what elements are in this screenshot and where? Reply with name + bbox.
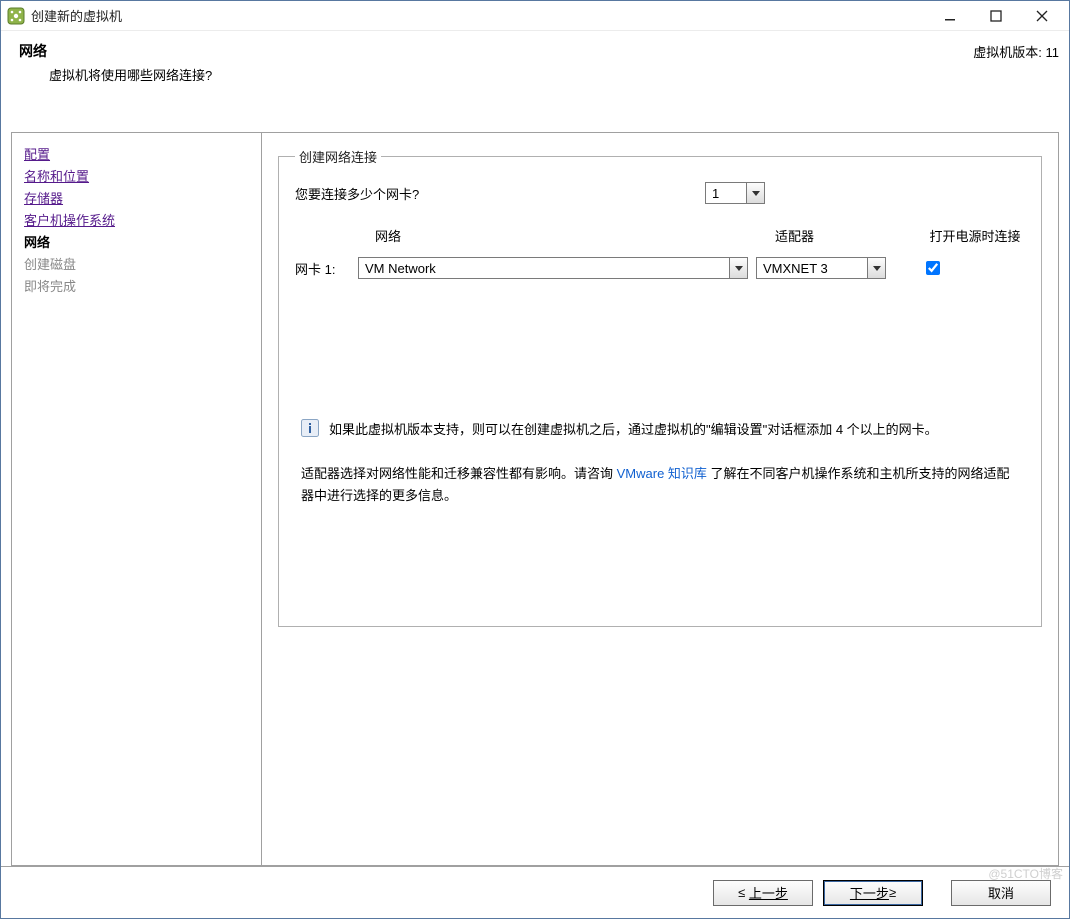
info-text: 如果此虚拟机版本支持，则可以在创建虚拟机之后，通过虚拟机的"编辑设置"对话框添加… bbox=[329, 419, 938, 441]
nic-count-question: 您要连接多少个网卡? bbox=[295, 184, 419, 203]
page-description: 虚拟机将使用哪些网络连接? bbox=[19, 65, 212, 84]
next-button[interactable]: 下一步 ≥ bbox=[823, 880, 923, 906]
wizard-steps-sidebar: 配置 名称和位置 存储器 客户机操作系统 网络 创建磁盘 即将完成 bbox=[11, 132, 261, 866]
nic-columns-header: 网络 适配器 打开电源时连接 bbox=[295, 226, 1025, 245]
header-spacer bbox=[1, 91, 1069, 131]
window-title: 创建新的虚拟机 bbox=[31, 6, 927, 25]
info-icon bbox=[301, 419, 319, 437]
sidebar-item-finish: 即将完成 bbox=[24, 276, 249, 295]
close-button[interactable] bbox=[1019, 1, 1065, 31]
wizard-step-content: 创建网络连接 您要连接多少个网卡? 1 网络 适配器 打开电源时连接 bbox=[261, 132, 1059, 866]
back-arrow-icon: ≤ bbox=[738, 885, 745, 900]
app-icon bbox=[7, 7, 25, 25]
chevron-down-icon bbox=[867, 258, 885, 278]
sidebar-item-disk: 创建磁盘 bbox=[24, 254, 249, 273]
sidebar-item-name[interactable]: 名称和位置 bbox=[24, 166, 249, 185]
info-note: 如果此虚拟机版本支持，则可以在创建虚拟机之后，通过虚拟机的"编辑设置"对话框添加… bbox=[295, 419, 1025, 441]
sidebar-item-guestos[interactable]: 客户机操作系统 bbox=[24, 210, 249, 229]
nic-count-row: 您要连接多少个网卡? 1 bbox=[295, 182, 1025, 204]
maximize-button[interactable] bbox=[973, 1, 1019, 31]
next-button-label: 下一步 bbox=[850, 883, 889, 902]
nic1-label: 网卡 1: bbox=[295, 259, 350, 278]
group-legend: 创建网络连接 bbox=[295, 147, 381, 166]
chevron-down-icon bbox=[729, 258, 747, 278]
nic1-adapter-value: VMXNET 3 bbox=[757, 261, 834, 276]
sidebar-item-storage[interactable]: 存储器 bbox=[24, 188, 249, 207]
next-arrow-icon: ≥ bbox=[889, 885, 896, 900]
back-button-label: 上一步 bbox=[749, 883, 788, 902]
network-group: 创建网络连接 您要连接多少个网卡? 1 网络 适配器 打开电源时连接 bbox=[278, 147, 1042, 627]
nic1-network-select[interactable]: VM Network bbox=[358, 257, 748, 279]
col-power-label: 打开电源时连接 bbox=[925, 226, 1025, 245]
sidebar-item-config[interactable]: 配置 bbox=[24, 144, 249, 163]
cancel-button[interactable]: 取消 bbox=[951, 880, 1051, 906]
col-adapter-label: 适配器 bbox=[775, 226, 925, 245]
nic1-adapter-select[interactable]: VMXNET 3 bbox=[756, 257, 886, 279]
content-area: 配置 名称和位置 存储器 客户机操作系统 网络 创建磁盘 即将完成 创建网络连接… bbox=[1, 131, 1069, 866]
col-network-label: 网络 bbox=[375, 226, 775, 245]
kb-text-pre: 适配器选择对网络性能和迁移兼容性都有影响。请咨询 bbox=[301, 466, 617, 481]
sidebar-item-network: 网络 bbox=[24, 232, 249, 251]
cancel-button-label: 取消 bbox=[988, 883, 1014, 902]
vm-version-label: 虚拟机版本: 11 bbox=[973, 41, 1059, 61]
window-frame: 创建新的虚拟机 网络 虚拟机将使用哪些网络连接? 虚拟机版本: 11 配置 名称… bbox=[0, 0, 1070, 919]
wizard-footer: ≤ 上一步 下一步 ≥ 取消 bbox=[1, 866, 1069, 918]
back-button[interactable]: ≤ 上一步 bbox=[713, 880, 813, 906]
chevron-down-icon bbox=[746, 183, 764, 203]
nic-count-value: 1 bbox=[706, 186, 726, 201]
vmware-kb-link[interactable]: VMware 知识库 bbox=[617, 466, 707, 481]
kb-note: 适配器选择对网络性能和迁移兼容性都有影响。请咨询 VMware 知识库 了解在不… bbox=[295, 463, 1025, 507]
page-title: 网络 bbox=[19, 41, 212, 61]
wizard-header: 网络 虚拟机将使用哪些网络连接? 虚拟机版本: 11 bbox=[1, 31, 1069, 91]
nic1-power-checkbox[interactable] bbox=[926, 261, 940, 275]
minimize-button[interactable] bbox=[927, 1, 973, 31]
nic-row-1: 网卡 1: VM Network VMXNET 3 bbox=[295, 257, 1025, 279]
nic1-network-value: VM Network bbox=[359, 261, 729, 276]
nic-count-select[interactable]: 1 bbox=[705, 182, 765, 204]
titlebar: 创建新的虚拟机 bbox=[1, 1, 1069, 31]
